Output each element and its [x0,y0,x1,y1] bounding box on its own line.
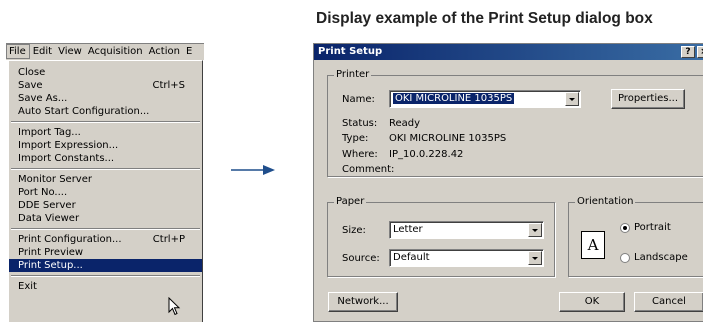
printer-group-label: Printer [334,69,372,80]
menu-acquisition[interactable]: Acquisition [85,44,146,59]
menu-item-print-configuration[interactable]: Print Configuration... Ctrl+P [9,233,202,246]
menu-item-label: Print Preview [18,247,84,258]
menu-item-monitor-server[interactable]: Monitor Server [9,173,202,186]
chevron-down-icon[interactable] [528,251,542,265]
menu-item-label: Save As... [18,93,68,104]
paper-source-value: Default [393,252,430,263]
source-label: Source: [342,253,380,264]
ok-button[interactable]: OK [559,292,625,312]
menu-separator [11,121,200,123]
where-label: Where: [342,149,378,160]
menu-item-exit[interactable]: Exit [9,280,202,293]
menu-separator [11,228,200,230]
paper-source-select[interactable]: Default [389,249,544,267]
chevron-down-icon[interactable] [528,223,542,237]
menu-item-data-viewer[interactable]: Data Viewer [9,212,202,225]
menu-item-label: Print Configuration... [18,234,122,245]
paper-size-value: Letter [393,224,423,235]
menu-item-label: Import Tag... [18,127,81,138]
close-button[interactable]: × [697,46,703,58]
chevron-down-icon[interactable] [565,92,579,106]
figure-caption: Display example of the Print Setup dialo… [316,10,653,27]
menu-item-label: Close [18,67,46,78]
menu-item-label: Import Constants... [18,153,115,164]
menu-item-label: Monitor Server [18,174,92,185]
file-dropdown: Close Save Ctrl+S Save As... Auto Start C… [8,60,203,322]
menu-e-truncated[interactable]: E [183,44,195,59]
properties-button[interactable]: Properties... [611,89,685,109]
menu-item-import-expression[interactable]: Import Expression... [9,139,202,152]
printer-name-select[interactable]: OKI MICROLINE 1035PS [389,90,581,108]
portrait-label[interactable]: Portrait [634,222,671,233]
landscape-radio[interactable] [620,253,630,263]
file-menu-screenshot: File Edit View Acquisition Action E Close Sav… [6,43,204,322]
dialog-title: Print Setup [318,46,383,57]
menu-item-label: Save [18,80,43,91]
cancel-button[interactable]: Cancel [634,292,703,312]
menu-edit[interactable]: Edit [30,44,55,59]
menu-item-auto-start-configuration[interactable]: Auto Start Configuration... [9,105,202,118]
menu-item-close[interactable]: Close [9,66,202,79]
menu-item-print-preview[interactable]: Print Preview [9,246,202,259]
menu-action[interactable]: Action [146,44,183,59]
help-button[interactable]: ? [681,46,695,58]
status-value: Ready [389,118,421,129]
menu-item-import-constants[interactable]: Import Constants... [9,152,202,165]
menu-item-label: Import Expression... [18,140,119,151]
menu-separator [11,275,200,277]
menu-item-dde-server[interactable]: DDE Server [9,199,202,212]
printer-name-value: OKI MICROLINE 1035PS [393,93,515,104]
menu-item-print-setup[interactable]: Print Setup... [9,259,202,272]
landscape-label[interactable]: Landscape [634,252,688,263]
network-button[interactable]: Network... [328,292,398,312]
type-label: Type: [342,133,369,144]
menu-item-label: Print Setup... [18,260,83,271]
portrait-page-icon: A [581,231,605,259]
paper-size-select[interactable]: Letter [389,221,544,239]
mouse-pointer-icon [168,297,181,316]
orientation-group-label: Orientation [575,196,636,207]
print-setup-dialog: Print Setup ? × Printer Name: OKI MICROL… [313,43,703,322]
menu-item-shortcut: Ctrl+P [152,234,185,245]
type-value: OKI MICROLINE 1035PS [389,133,507,144]
menu-bar: File Edit View Acquisition Action E [6,43,204,60]
portrait-radio[interactable] [620,223,630,233]
menu-item-save[interactable]: Save Ctrl+S [9,79,202,92]
menu-item-label: Exit [18,281,37,292]
printer-name-label: Name: [342,94,375,105]
menu-item-label: Auto Start Configuration... [18,106,150,117]
menu-view[interactable]: View [55,44,85,59]
menu-item-port-no[interactable]: Port No.... [9,186,202,199]
menu-item-save-as[interactable]: Save As... [9,92,202,105]
dialog-title-bar: Print Setup [314,44,703,60]
right-arrow-icon [231,165,275,175]
menu-item-import-tag[interactable]: Import Tag... [9,126,202,139]
comment-label: Comment: [342,164,395,175]
menu-item-label: DDE Server [18,200,76,211]
menu-separator [11,168,200,170]
status-label: Status: [342,118,378,129]
where-value: IP_10.0.228.42 [389,149,464,160]
menu-file[interactable]: File [6,44,30,59]
menu-item-label: Data Viewer [18,213,80,224]
menu-item-shortcut: Ctrl+S [152,80,185,91]
menu-item-label: Port No.... [18,187,68,198]
paper-group-label: Paper [334,196,367,207]
size-label: Size: [342,225,366,236]
